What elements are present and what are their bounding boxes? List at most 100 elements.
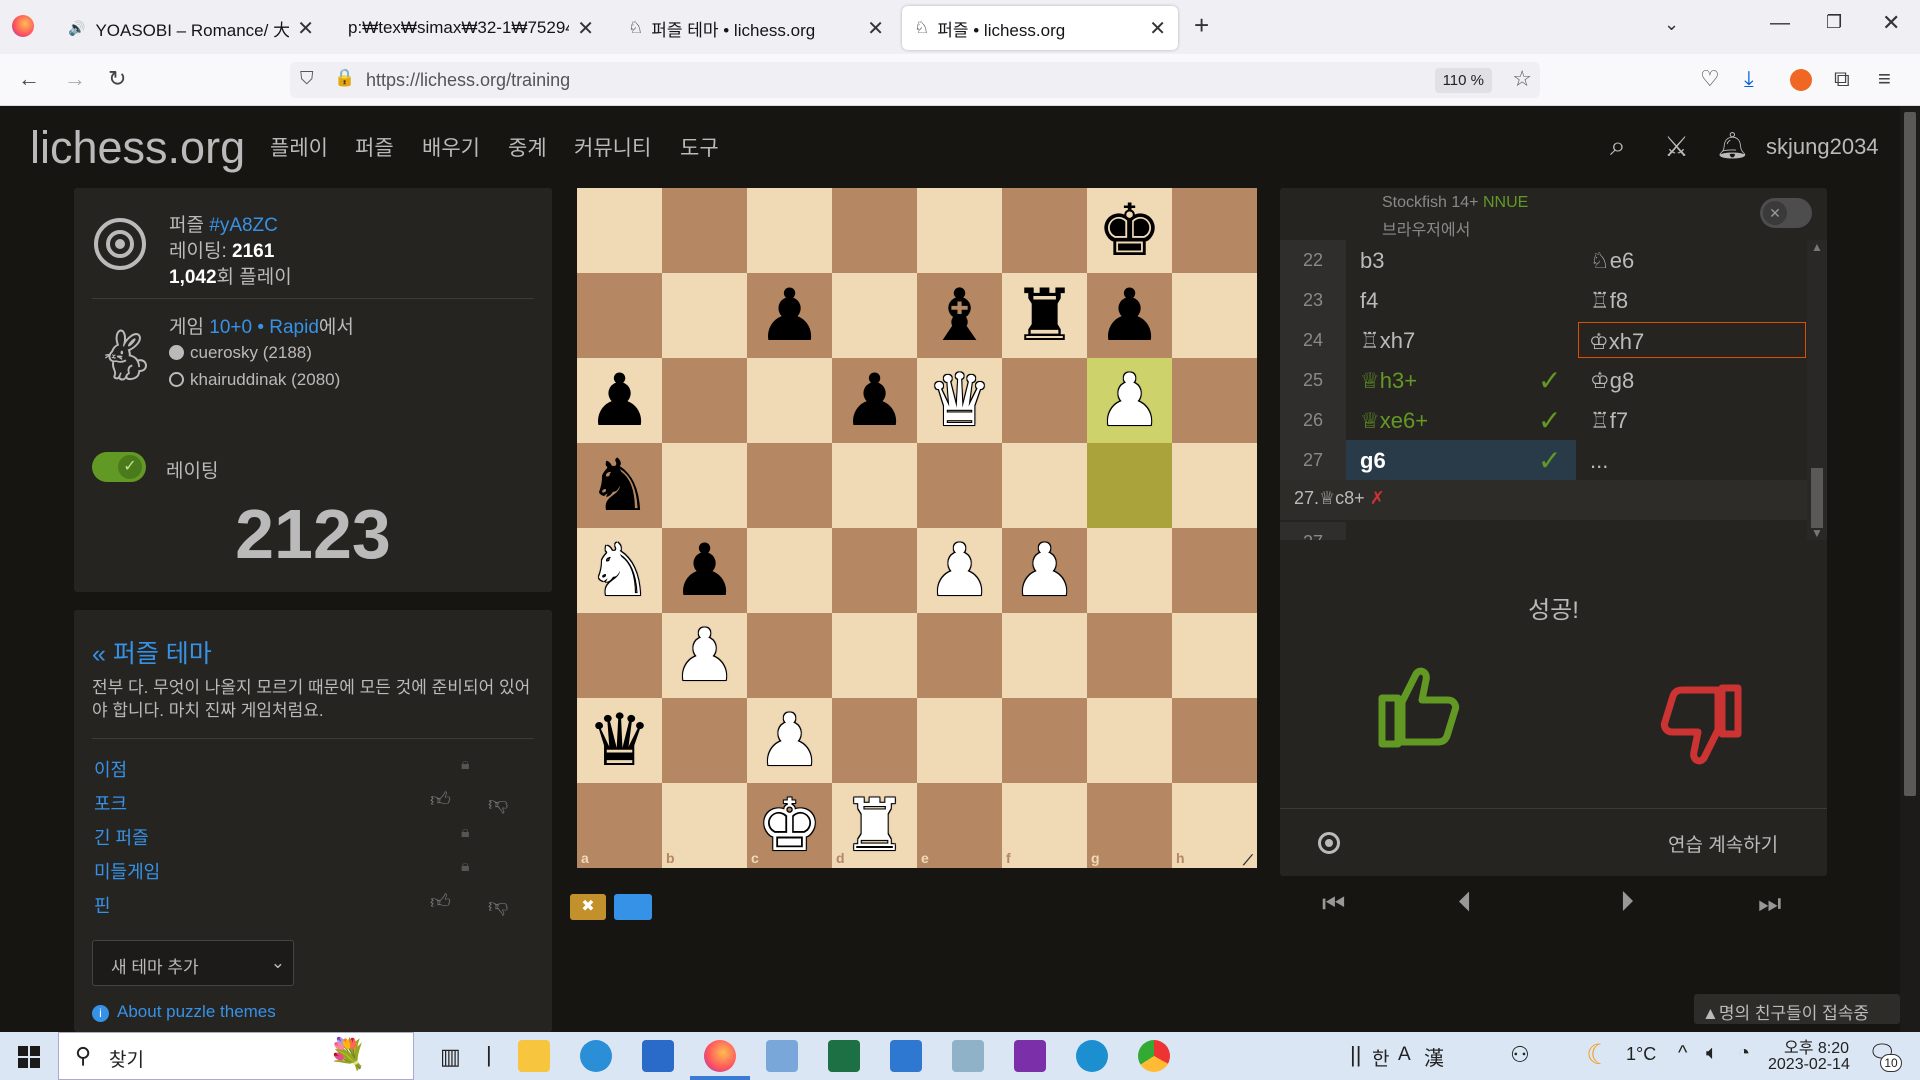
square-f6[interactable] [1002,358,1087,443]
next-move-icon[interactable]: ⏵ [1620,886,1634,919]
black-pawn[interactable]: ♟ [747,273,832,358]
tab-puzzle[interactable]: ♘ 퍼즐 • lichess.org ✕ [902,6,1178,50]
close-tab-icon[interactable]: ✕ [297,16,314,41]
black-move[interactable]: ♘e6 [1590,248,1634,274]
square-f8[interactable] [1002,188,1087,273]
zoom-level[interactable]: 110 % [1434,68,1492,93]
bookmark-star-icon[interactable]: ☆ [1512,66,1532,92]
variation-line[interactable]: 27.♕c8+ ✗ [1280,480,1807,520]
thumbs-up-icon[interactable] [1370,656,1470,756]
tab-yoasobi[interactable]: 🔊 YOASOBI – Romance/ 大正浪漫 ✕ [56,6,326,50]
black-move[interactable]: ♔xh7 [1578,322,1806,358]
tab-puzzle-themes[interactable]: ♘ 퍼즐 테마 • lichess.org ✕ [616,6,896,50]
white-move[interactable]: g6 [1360,448,1386,474]
add-theme-select[interactable]: 새 테마 추가 ⌄ [92,940,294,986]
square-f3[interactable] [1002,613,1087,698]
first-move-icon[interactable]: ⏮ [1322,888,1345,920]
ime-hanja-icon[interactable]: 漢 [1424,1042,1444,1071]
task-view-icon[interactable]: ▥ [440,1044,461,1070]
white-queen[interactable]: ♛ [917,358,1002,443]
square-a3[interactable] [577,613,662,698]
mail-icon[interactable] [890,1040,922,1072]
new-tab-icon[interactable]: + [1194,10,1209,41]
speaker-icon[interactable]: 🔊 [68,20,85,37]
page-scrollbar[interactable] [1900,106,1920,1032]
ime-hangul[interactable]: 한 [1372,1044,1389,1071]
white-move[interactable]: ♕xe6+ [1360,408,1428,434]
white-pawn[interactable]: ♟ [917,528,1002,613]
white-king[interactable]: ♚ [747,783,832,868]
variation-move[interactable]: 27.♕c8+ [1294,488,1365,508]
white-rook[interactable]: ♜ [832,783,917,868]
about-themes-link[interactable]: i About puzzle themes [92,1002,276,1022]
square-d5[interactable] [832,443,917,528]
square-c3[interactable] [747,613,832,698]
tab-file[interactable]: p:₩tex₩simax₩32-1₩75294₩75294 ✕ [336,6,606,50]
temperature[interactable]: 1°C [1626,1044,1656,1065]
player-black[interactable]: khairuddinak (2080) [169,370,340,390]
pocket-icon[interactable]: ♡ [1700,66,1720,92]
lock-icon[interactable]: 🔒 [334,68,355,88]
square-b6[interactable] [662,358,747,443]
engine-toggle[interactable]: ✕ [1760,198,1812,228]
url-bar[interactable]: ⛉ 🔒 https://lichess.org/training 110 % ☆ [290,62,1540,98]
black-rook[interactable]: ♜ [1002,273,1087,358]
taskbar-search-box[interactable]: ⚲ 찾기 💐 [58,1032,414,1080]
black-pawn[interactable]: ♟ [577,358,662,443]
download-icon[interactable]: ⤓ [1744,66,1754,92]
black-queen[interactable]: ♛ [577,698,662,783]
edge-icon[interactable] [1076,1040,1108,1072]
continue-training-button[interactable]: 연습 계속하기 [1668,830,1778,857]
friends-online-bar[interactable]: ▲명의 친구들이 접속중 [1694,994,1900,1024]
restore-icon[interactable]: ❐ [1826,12,1842,33]
tray-chevron-icon[interactable]: ^ [1678,1042,1687,1065]
theme-item-advantage[interactable]: 이점 [94,756,127,782]
reload-icon[interactable]: ↻ [108,66,126,92]
square-b1[interactable] [662,783,747,868]
onenote-icon[interactable] [1014,1040,1046,1072]
square-g3[interactable] [1087,613,1172,698]
white-move[interactable]: b3 [1360,248,1384,274]
ie-icon[interactable] [580,1040,612,1072]
white-move[interactable]: ♖xh7 [1360,328,1415,354]
player-white-name[interactable]: cuerosky (2188) [190,343,312,362]
square-g4[interactable] [1087,528,1172,613]
white-move[interactable]: ... [1360,530,1378,540]
white-knight[interactable]: ♞ [577,528,662,613]
black-move[interactable]: ♔g8 [1590,368,1634,394]
store-icon[interactable] [642,1040,674,1072]
square-e3[interactable] [917,613,1002,698]
black-bishop[interactable]: ♝ [917,273,1002,358]
clear-button[interactable]: ✖ [570,894,606,920]
color-button[interactable] [614,894,652,920]
last-move-icon[interactable]: ⏭ [1758,888,1781,920]
firefox-icon[interactable] [704,1040,736,1072]
back-to-themes-link[interactable]: « 퍼즐 테마 [92,634,212,670]
vote-up-button[interactable] [1370,656,1470,756]
close-tab-icon[interactable]: ✕ [1149,16,1166,41]
player-black-name[interactable]: khairuddinak (2080) [190,370,340,389]
scrollbar-thumb[interactable] [1811,468,1823,528]
square-c5[interactable] [747,443,832,528]
thumbs-up-icon[interactable]: 👍︎ [430,890,451,914]
square-e1[interactable] [917,783,1002,868]
scrollbar-thumb[interactable] [1904,112,1916,796]
square-g5[interactable] [1087,443,1172,528]
player-white[interactable]: cuerosky (2188) [169,343,312,363]
forward-icon[interactable]: → [64,66,86,92]
clock-date[interactable]: 2023-02-14 [1768,1056,1850,1074]
black-move[interactable]: ... [1590,448,1608,474]
square-d7[interactable] [832,273,917,358]
ime-alpha[interactable]: A [1398,1044,1411,1066]
white-pawn[interactable]: ♟ [747,698,832,783]
square-d3[interactable] [832,613,917,698]
movelist-scrollbar[interactable]: ▲ ▼ [1807,240,1827,540]
url-text[interactable]: https://lichess.org/training [366,70,570,91]
scroll-up-icon[interactable]: ▲ [1811,240,1823,254]
analysis-target-icon[interactable] [1318,832,1340,854]
back-icon[interactable]: ← [18,66,40,92]
excel-icon[interactable] [828,1040,860,1072]
shield-icon[interactable]: ⛉ [300,68,314,89]
puzzle-id-link[interactable]: #yA8ZC [209,215,278,236]
settings-app-icon[interactable] [766,1040,798,1072]
